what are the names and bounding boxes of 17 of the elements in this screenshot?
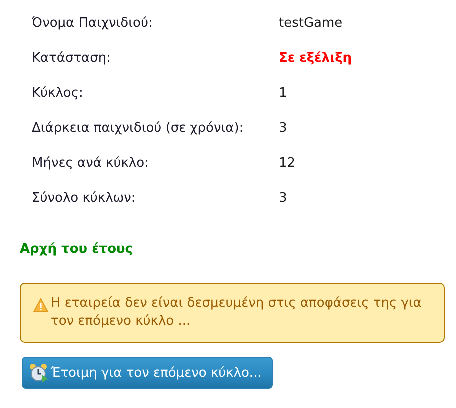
field-label: Σύνολο κύκλων: bbox=[32, 191, 137, 206]
field-label: Μήνες ανά κύκλο: bbox=[32, 156, 150, 171]
ready-button[interactable]: Έτοιμη για τον επόμενο κύκλο... bbox=[22, 357, 273, 389]
field-label: Διάρκεια παιχνιδιού (σε χρόνια): bbox=[32, 121, 245, 136]
warning-message: Η εταιρεία δεν είναι δεσμευμένη στις αποφάσεις της για τον επόμενο κύκλο ... bbox=[51, 295, 423, 331]
field-label: Κύκλος: bbox=[32, 86, 84, 101]
period-heading: Αρχή του έτους bbox=[20, 242, 134, 257]
status-value: Σε εξέλιξη bbox=[279, 51, 352, 66]
field-value: 12 bbox=[279, 156, 296, 171]
field-value: testGame bbox=[279, 16, 343, 31]
field-value: 1 bbox=[279, 86, 288, 101]
field-value: 3 bbox=[279, 191, 288, 206]
field-label: Κατάσταση: bbox=[32, 51, 112, 66]
alarm-clock-icon bbox=[29, 363, 49, 383]
field-label: Όνομα Παιχνιδιού: bbox=[32, 16, 154, 31]
warning-icon bbox=[33, 298, 49, 313]
field-value: 3 bbox=[279, 121, 288, 136]
